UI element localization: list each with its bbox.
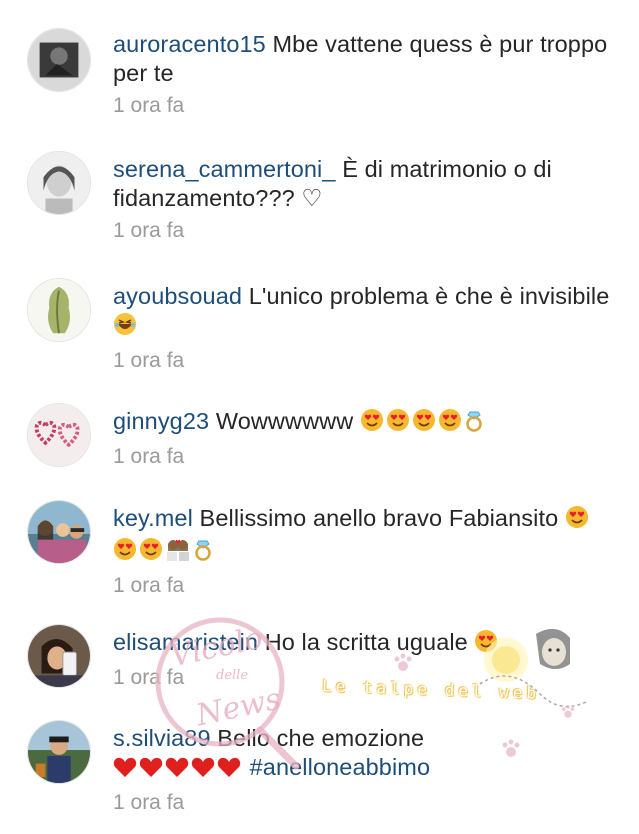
comment-timestamp: 1 ora fa xyxy=(113,791,185,814)
avatar[interactable] xyxy=(27,28,91,92)
comment-timestamp: 1 ora fa xyxy=(113,219,185,242)
paw-print-icon xyxy=(560,704,576,725)
comment-text: Ho la scritta uguale xyxy=(258,629,475,655)
heart-eyes-emoji-icon xyxy=(474,629,498,660)
comment-username[interactable]: key.mel xyxy=(113,505,193,531)
heart-eyes-emoji-icon xyxy=(139,537,163,568)
comment-username[interactable]: ayoubsouad xyxy=(113,283,242,309)
laughing-emoji-icon xyxy=(113,312,137,343)
red-heart-icon xyxy=(139,756,163,785)
comment-text: Bellissimo anello bravo Fabiansito xyxy=(192,505,565,531)
red-heart-icon xyxy=(165,756,189,785)
avatar[interactable] xyxy=(27,624,91,688)
avatar[interactable] xyxy=(27,403,91,467)
red-heart-icon xyxy=(113,756,137,785)
heart-eyes-emoji-icon xyxy=(360,408,384,439)
hashtag-link[interactable]: #anelloneabbimo xyxy=(243,754,430,780)
comment-username[interactable]: elisamaristein xyxy=(113,629,258,655)
couple-emoji-icon xyxy=(165,537,191,568)
comment-timestamp: 1 ora fa xyxy=(113,349,185,372)
comment-text: L'unico problema è che è invisibile xyxy=(242,283,610,309)
avatar[interactable] xyxy=(27,720,91,784)
heart-eyes-emoji-icon xyxy=(113,537,137,568)
heart-eyes-emoji-icon xyxy=(438,408,462,439)
comment-timestamp: 1 ora fa xyxy=(113,445,185,468)
red-heart-icon xyxy=(191,756,215,785)
avatar[interactable] xyxy=(27,500,91,564)
heart-eyes-emoji-icon xyxy=(412,408,436,439)
avatar[interactable] xyxy=(27,151,91,215)
comment-text: Wowwwwww xyxy=(209,408,360,434)
comment-timestamp: 1 ora fa xyxy=(113,574,185,597)
heart-eyes-emoji-icon xyxy=(565,505,589,536)
avatar[interactable] xyxy=(27,278,91,342)
comment-timestamp: 1 ora fa xyxy=(113,666,185,689)
comment-username[interactable]: s.silvia89 xyxy=(113,725,211,751)
ring-emoji-icon xyxy=(193,537,213,568)
comment-username[interactable]: serena_cammertoni_ xyxy=(113,156,336,182)
comment-timestamp: 1 ora fa xyxy=(113,94,185,117)
comment-username[interactable]: auroracento15 xyxy=(113,31,266,57)
ring-emoji-icon xyxy=(464,408,484,439)
heart-eyes-emoji-icon xyxy=(386,408,410,439)
comment-text: Bello che emozione xyxy=(210,725,425,751)
red-heart-icon xyxy=(217,756,241,785)
comment-username[interactable]: ginnyg23 xyxy=(113,408,209,434)
